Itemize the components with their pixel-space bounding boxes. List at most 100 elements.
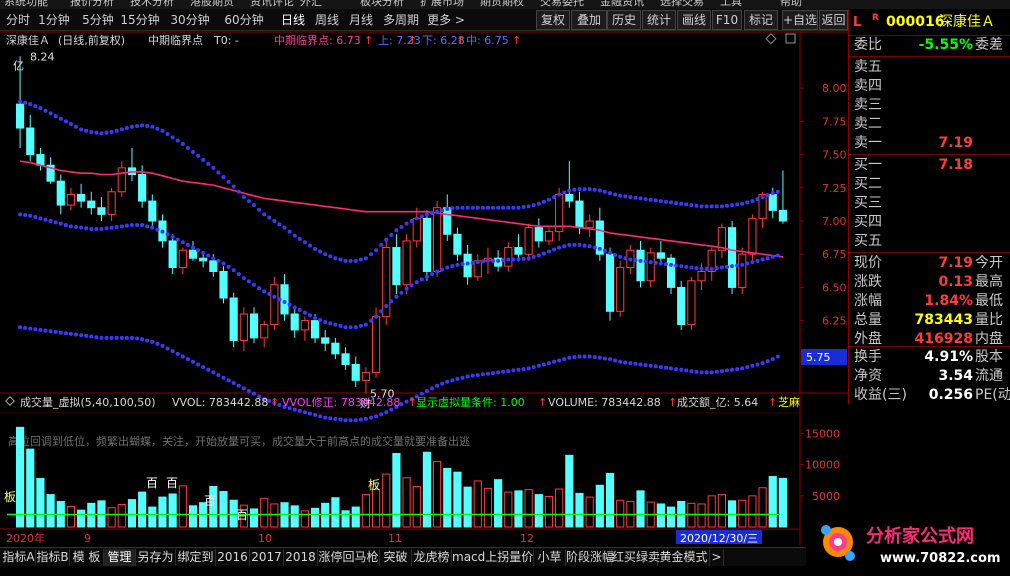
mid-band-dot-9-1: [114, 224, 119, 229]
mid-band-dot-73-1: [765, 256, 770, 261]
menu-item[interactable]: 港股期货: [190, 0, 234, 9]
formula-tab-15[interactable]: 红买绿卖: [612, 549, 660, 566]
upper-band-dot-17-0: [190, 149, 195, 154]
formula-tab-10[interactable]: 突破: [380, 549, 412, 566]
menu-item[interactable]: 板块分析: [360, 0, 404, 9]
period-9[interactable]: 多周期: [380, 11, 422, 29]
menu-item[interactable]: 资讯评论: [250, 0, 294, 9]
lower-band-dot-36-0: [384, 410, 389, 415]
period-7[interactable]: 周线: [312, 11, 342, 29]
upper-band-dot-49-0: [516, 205, 521, 210]
menu-item[interactable]: 工具: [720, 0, 742, 9]
volume-diamond-icon[interactable]: [5, 396, 15, 406]
formula-tab-2[interactable]: 模 板: [70, 549, 104, 566]
formula-tab-11[interactable]: 龙虎榜: [412, 549, 452, 566]
maximize-icon[interactable]: [785, 33, 796, 44]
lower-band-dot-71-0: [740, 366, 745, 371]
mid-band-dot-33-1: [358, 323, 363, 328]
mid-band-dot-4-0: [58, 221, 63, 226]
period-4[interactable]: 30分钟: [166, 11, 214, 29]
menu-item[interactable]: 技术分析: [130, 0, 174, 9]
upper-band-dot-28-1: [307, 243, 312, 248]
tool-button-3[interactable]: 统计: [642, 10, 676, 30]
upper-band-dot-15-0: [170, 135, 175, 140]
formula-tab-5[interactable]: 绑定到: [176, 549, 216, 566]
lower-band-dot-55-0: [577, 354, 582, 359]
tool-button-1[interactable]: 叠加: [571, 10, 607, 30]
period-8[interactable]: 月线: [346, 11, 376, 29]
period-6[interactable]: 日线: [278, 11, 308, 29]
upper-band-dot-64-0: [669, 200, 674, 205]
upper-band-dot-55-0: [577, 187, 582, 192]
formula-tab-6[interactable]: 2016: [216, 549, 250, 566]
menu-item[interactable]: 金融资讯: [600, 0, 644, 9]
candle-63: [656, 252, 665, 259]
period-10[interactable]: 更多 >: [426, 11, 466, 29]
mid-band-dot-61-1: [643, 259, 648, 264]
quote-row-label: 买三: [854, 195, 882, 211]
formula-tab-14[interactable]: 阶段涨幅: [566, 549, 614, 566]
mid-band-dot-54-0: [567, 242, 572, 247]
chart-mode: (日线,前复权): [58, 33, 125, 47]
upper-band-dot-40-0: [424, 212, 429, 217]
menu-item[interactable]: 报价分析: [70, 0, 114, 9]
formula-tab-17[interactable]: >: [710, 549, 724, 566]
volume-bar-20: [219, 490, 228, 528]
lower-band-dot-72-0: [750, 363, 755, 368]
menu-item[interactable]: 外汇: [300, 0, 322, 9]
indicator-name: 中期临界点: [148, 33, 203, 47]
mid-band-dot-19-1: [216, 258, 221, 263]
lower-band-dot-58-0: [608, 357, 613, 362]
formula-tab-13[interactable]: 小草: [534, 549, 566, 566]
vvol-label: VVOL: 783442.88: [172, 396, 268, 409]
menu-item[interactable]: 交易委托: [540, 0, 584, 9]
weibi-row: 委比 -5.55% 委差: [849, 36, 1010, 55]
menu-item[interactable]: 扩展市场: [420, 0, 464, 9]
formula-tab-3[interactable]: 管理: [104, 549, 136, 566]
tool-button-0[interactable]: 复权: [536, 10, 570, 30]
menu-item[interactable]: 帮助: [780, 0, 802, 9]
mid-band-dot-13-1: [155, 227, 160, 232]
candle-58: [605, 253, 615, 312]
menu-item[interactable]: 选择交易: [660, 0, 704, 9]
quote-row: 总量 783443 量比: [849, 311, 1010, 330]
mid-band-dot-64-0: [669, 262, 674, 267]
formula-tab-16[interactable]: 黄金模式: [658, 549, 710, 566]
tool-button-2[interactable]: 历史: [607, 10, 641, 30]
upper-band-dot-73-1: [765, 193, 770, 198]
formula-tab-4[interactable]: 另存为: [136, 549, 176, 566]
formula-tab-0[interactable]: 指标A: [2, 549, 36, 566]
formula-tab-7[interactable]: 2017: [250, 549, 284, 566]
formula-tab-9[interactable]: 涨停回马枪: [318, 549, 380, 566]
tool-button-6[interactable]: 标记: [744, 10, 778, 30]
tool-button-7[interactable]: +自选: [782, 10, 818, 30]
upper-band-dot-20-1: [226, 179, 231, 184]
tool-button-4[interactable]: 画线: [677, 10, 711, 30]
chart-area[interactable]: 深康佳Ａ (日线,前复权) 中期临界点 T0: - 中期临界点: 6.73 上: 7.23…: [0, 31, 848, 545]
candle-8: [97, 207, 106, 215]
upper-band-dot-32-0: [343, 258, 348, 263]
period-3[interactable]: 15分钟: [116, 11, 164, 29]
period-2[interactable]: 5分钟: [78, 11, 118, 29]
tool-button-5[interactable]: F10: [712, 10, 742, 30]
diamond-icon[interactable]: [765, 33, 777, 45]
upper-band-dot-53-0: [557, 192, 562, 197]
menu-item[interactable]: 期货期权: [480, 0, 524, 9]
formula-tab-12[interactable]: macd上拐量价: [452, 549, 534, 566]
mid-band-dot-43-1: [460, 262, 465, 267]
period-0[interactable]: 分时: [4, 11, 32, 29]
formula-tab-8[interactable]: 2018: [284, 549, 318, 566]
mid-band-dot-15-0: [170, 234, 175, 239]
formula-tab-1[interactable]: 指标B: [36, 549, 70, 566]
tool-button-8[interactable]: 返回: [819, 10, 848, 30]
candle-75: [778, 209, 787, 222]
period-1[interactable]: 1分钟: [34, 11, 74, 29]
candle-33: [351, 363, 360, 381]
lower-band-dot-52-1: [552, 359, 557, 364]
menu-item[interactable]: 系统功能: [4, 0, 48, 9]
lower-band-dot-2-0: [38, 327, 43, 332]
upper-band-dot-35-0: [374, 248, 379, 253]
period-5[interactable]: 60分钟: [218, 11, 270, 29]
candle-41: [433, 207, 442, 272]
mid-band-dot-25-1: [277, 297, 282, 302]
